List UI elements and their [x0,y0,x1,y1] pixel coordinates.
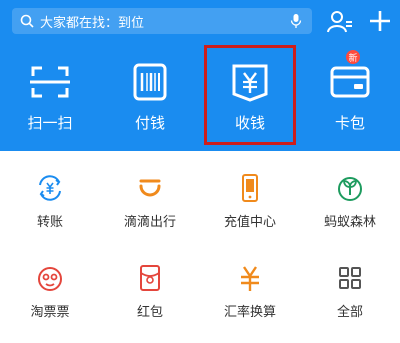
pay-label: 付钱 [134,114,165,132]
scan-label: 扫一扫 [27,114,73,132]
transfer-icon [39,175,61,201]
transfer-button[interactable]: 转账 [0,173,100,253]
contacts-icon[interactable] [327,10,353,34]
quick-actions: 扫一扫 付钱 收钱 新 卡包 [0,50,400,147]
plus-icon[interactable] [369,8,391,34]
red-packet-label: 红包 [136,305,163,320]
pay-button[interactable]: 付钱 [100,62,200,147]
search-icon [20,14,34,28]
exchange-rate-icon [241,266,259,291]
red-packet-button[interactable]: 红包 [100,263,200,343]
all-apps-button[interactable]: 全部 [300,263,400,343]
new-badge: 新 [346,50,360,64]
red-packet-icon [140,265,160,291]
exchange-rate-button[interactable]: 汇率换算 [200,263,300,343]
app-grid: 转账 滴滴出行 充值中心 蚂蚁森林 淘票票 红包 汇率换算 全部 [0,151,400,332]
scan-icon [30,66,70,98]
ant-forest-label: 蚂蚁森林 [323,215,376,230]
barcode-icon [133,63,167,101]
receive-money-icon [232,64,268,102]
transfer-label: 转账 [36,215,63,230]
scan-button[interactable]: 扫一扫 [0,62,100,147]
search-placeholder: 大家都在找：到位 [40,15,145,31]
didi-icon [139,179,161,197]
taopiaopiao-button[interactable]: 淘票票 [0,263,100,343]
card-wallet-icon [330,66,370,98]
card-wallet-button[interactable]: 新 卡包 [300,50,400,147]
all-apps-label: 全部 [336,305,363,320]
receive-button[interactable]: 收钱 [200,62,300,147]
didi-button[interactable]: 滴滴出行 [100,173,200,253]
recharge-button[interactable]: 充值中心 [200,173,300,253]
grid-icon [339,267,361,289]
microphone-icon[interactable] [290,13,302,29]
ant-forest-button[interactable]: 蚂蚁森林 [300,173,400,253]
receive-label: 收钱 [234,114,265,132]
ant-forest-icon [338,177,362,201]
taopiaopiao-label: 淘票票 [30,305,70,320]
didi-label: 滴滴出行 [123,215,176,230]
card-wallet-label: 卡包 [334,114,365,132]
phone-recharge-icon [242,174,258,202]
exchange-rate-label: 汇率换算 [223,305,276,320]
header-area: 大家都在找：到位 扫一扫 付钱 收钱 新 卡包 [0,0,400,151]
recharge-label: 充值中心 [223,215,276,230]
search-bar[interactable]: 大家都在找：到位 [12,8,312,34]
taopiaopiao-icon [38,267,62,291]
